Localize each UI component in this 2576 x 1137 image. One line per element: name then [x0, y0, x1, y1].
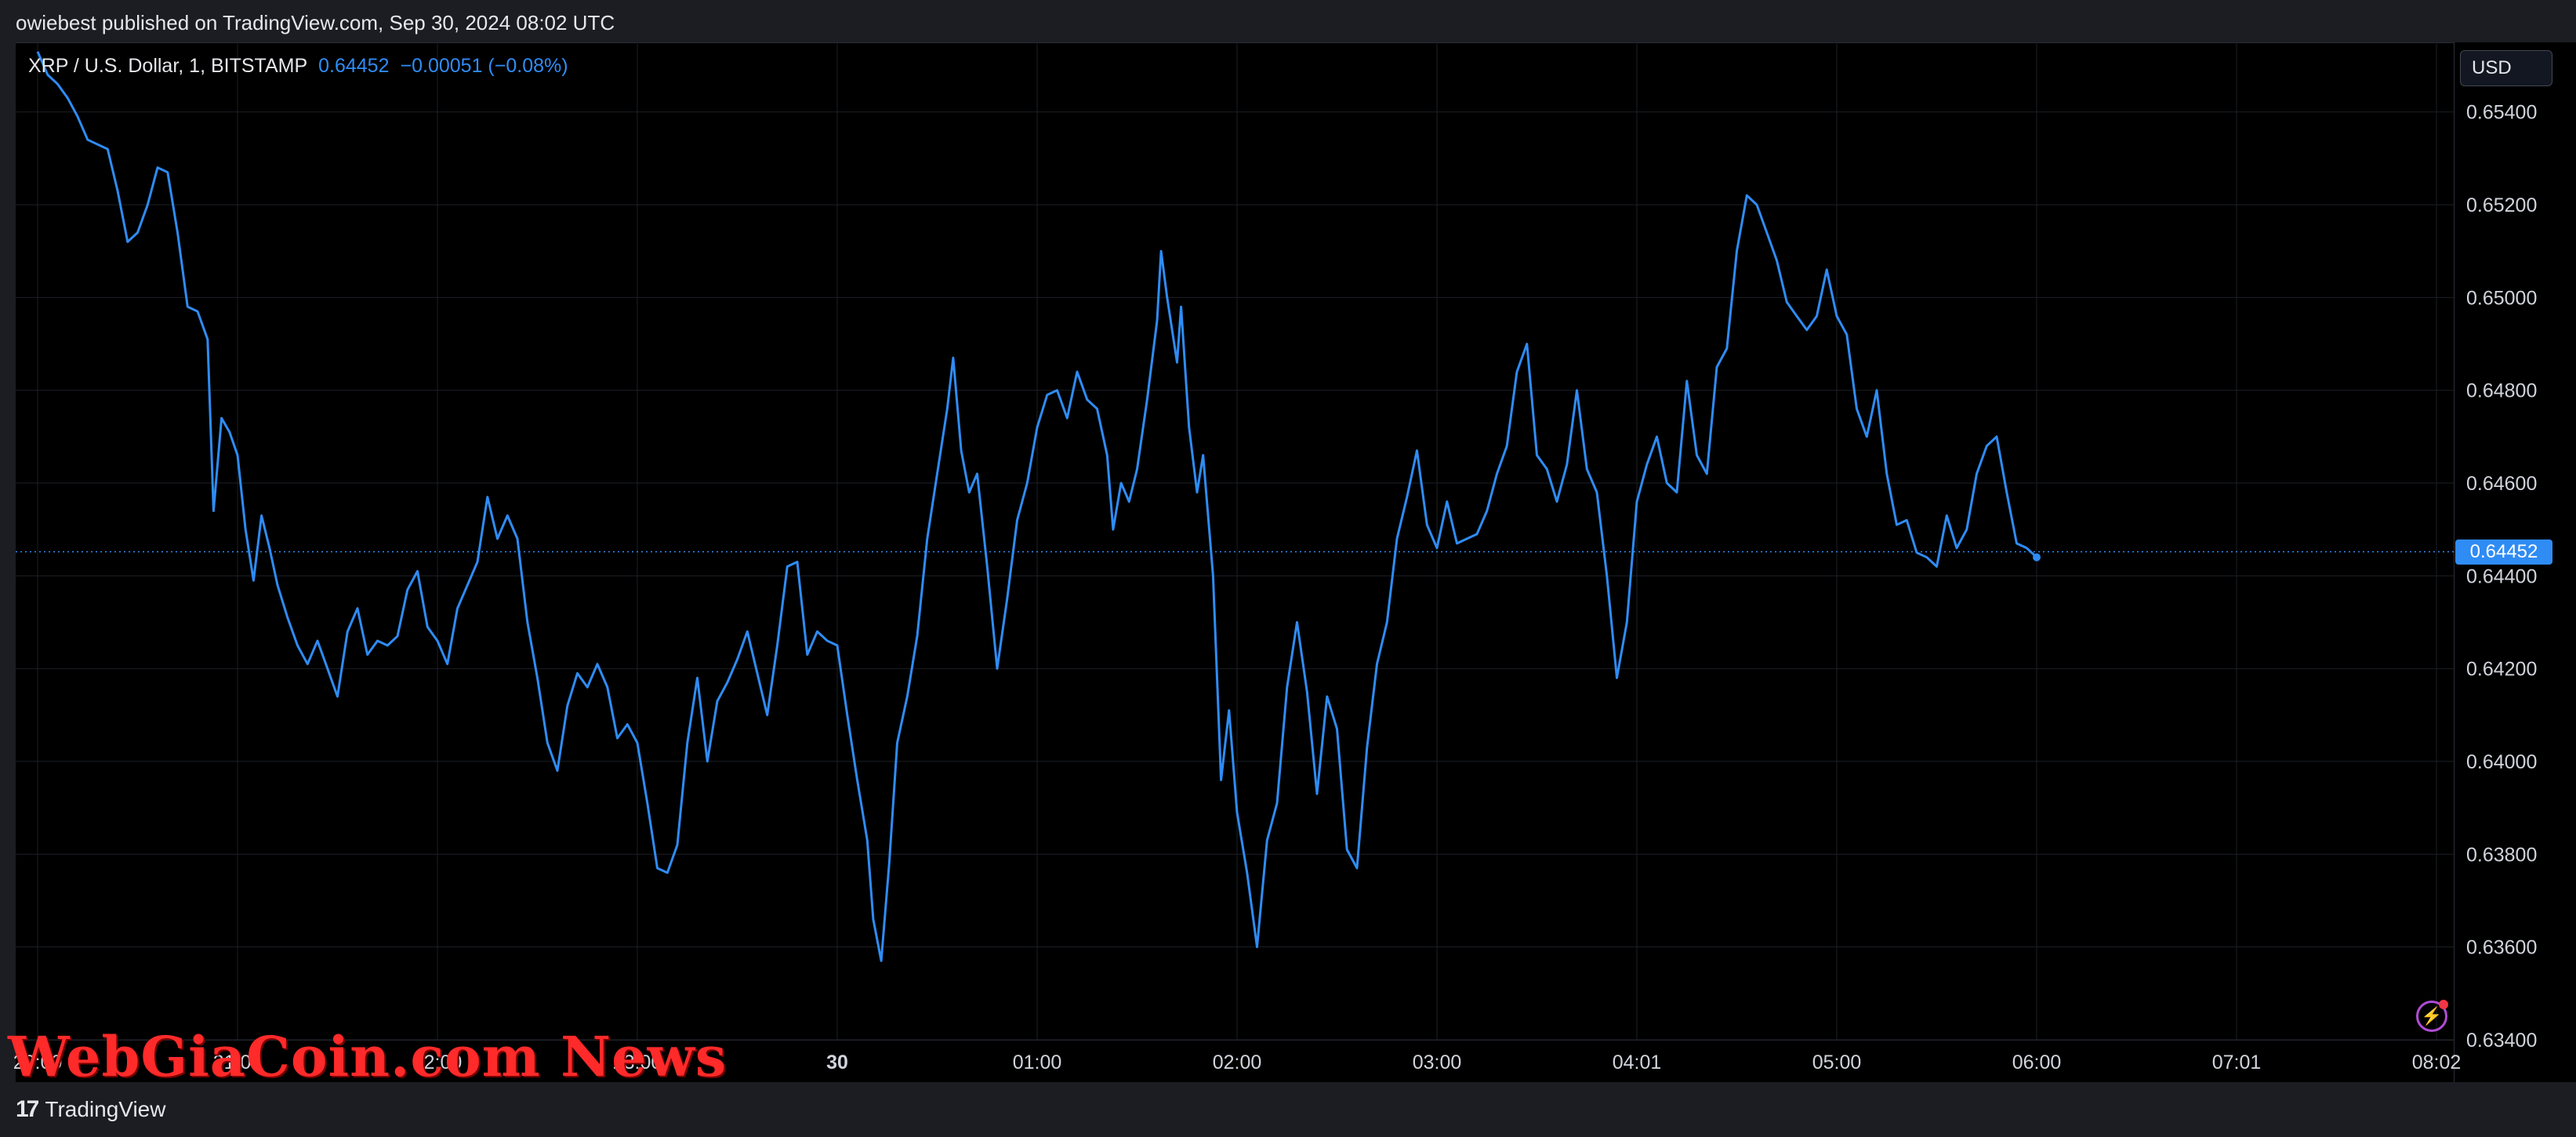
x-tick-label: 05:00 — [1812, 1052, 1862, 1073]
tradingview-logo[interactable]: 17 TradingView — [16, 1096, 165, 1123]
y-tick-label: 0.65200 — [2466, 194, 2537, 216]
last-price-tag: 0.64452 — [2455, 539, 2552, 565]
y-tick-label: 0.65400 — [2466, 102, 2537, 124]
x-tick-label: 08:02 — [2412, 1052, 2462, 1073]
legend-price: 0.64452 — [318, 55, 390, 77]
x-tick-label: 02:00 — [1213, 1052, 1262, 1073]
footer-bar — [0, 1082, 2576, 1137]
x-tick-label: 06:00 — [2012, 1052, 2062, 1073]
notification-dot — [2439, 1000, 2448, 1009]
legend-change: −0.00051 (−0.08%) — [400, 55, 568, 77]
symbol-legend[interactable]: XRP / U.S. Dollar, 1, BITSTAMP 0.64452 −… — [28, 55, 568, 78]
watermark: WebGiaCoin.com News — [8, 1024, 727, 1089]
lightning-icon[interactable]: ⚡ — [2416, 1000, 2448, 1032]
y-tick-label: 0.64600 — [2466, 473, 2537, 495]
last-point-marker — [2033, 553, 2041, 561]
price-axis-labels: 0.65400 0.65200 0.65000 0.64800 0.64600 0.644… — [2466, 102, 2537, 1052]
y-tick-label: 0.64800 — [2466, 380, 2537, 402]
x-tick-label: 01:00 — [1013, 1052, 1062, 1073]
price-line-layer — [16, 51, 2454, 962]
y-tick-label: 0.64000 — [2466, 751, 2537, 773]
x-tick-label: 07:01 — [2212, 1052, 2262, 1073]
x-tick-label: 03:00 — [1413, 1052, 1462, 1073]
tradingview-logo-icon: 17 — [16, 1096, 39, 1122]
symbol-name[interactable]: XRP / U.S. Dollar, 1, BITSTAMP — [28, 55, 307, 78]
y-tick-label: 0.63600 — [2466, 937, 2537, 959]
chart-grid — [16, 42, 2454, 1041]
currency-button[interactable]: USD — [2460, 50, 2552, 86]
y-tick-label: 0.63400 — [2466, 1030, 2537, 1052]
y-tick-label: 0.64400 — [2466, 565, 2537, 587]
x-tick-label: 30 — [826, 1052, 848, 1073]
price-chart[interactable]: 0.65400 0.65200 0.65000 0.64800 0.64600 0.644… — [0, 0, 2576, 1137]
footer-brand: TradingView — [45, 1097, 166, 1121]
y-tick-label: 0.64200 — [2466, 659, 2537, 681]
y-tick-label: 0.63800 — [2466, 844, 2537, 866]
x-tick-label: 04:01 — [1613, 1052, 1662, 1073]
y-tick-label: 0.65000 — [2466, 287, 2537, 309]
